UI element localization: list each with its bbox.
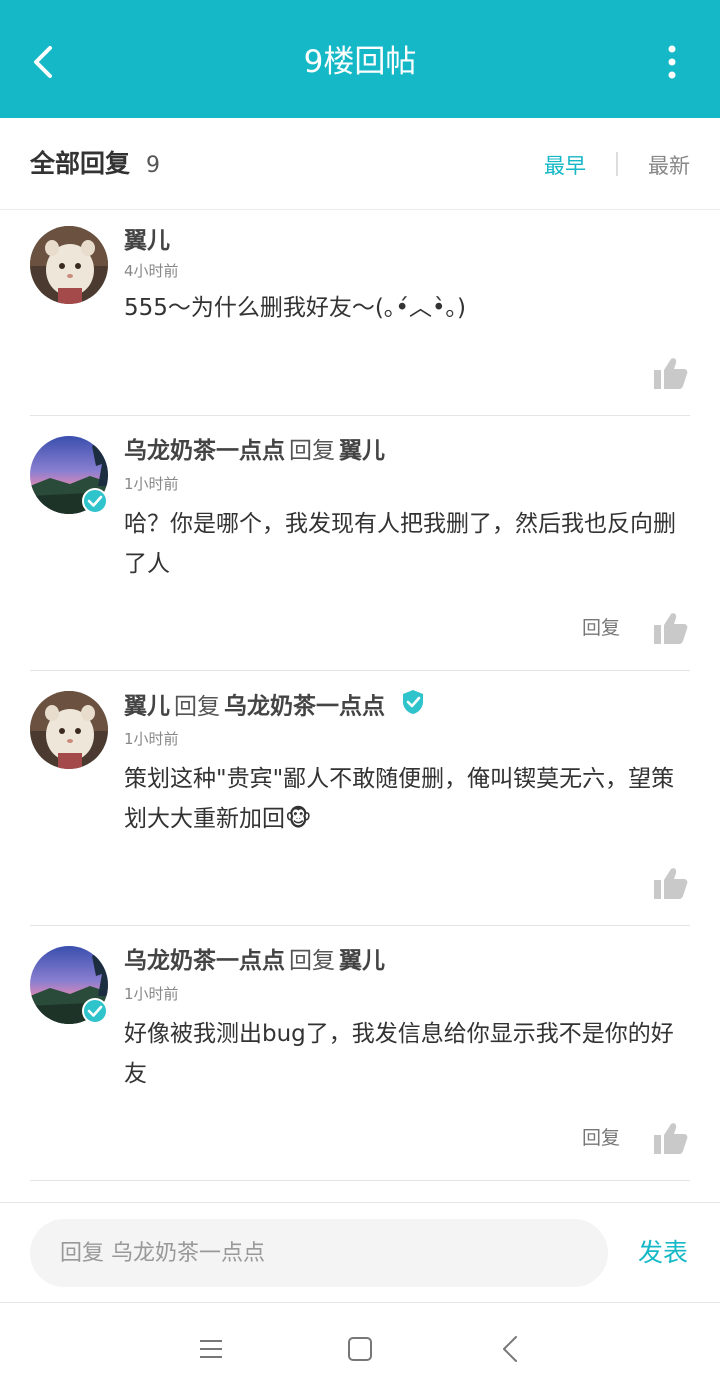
reply-time: 1小时前 bbox=[124, 730, 179, 748]
thumbs-up-icon[interactable] bbox=[654, 1122, 688, 1154]
nav-back-icon[interactable] bbox=[496, 1334, 526, 1364]
reply-word: 回复 bbox=[289, 948, 335, 974]
reply-target[interactable]: 翼儿 bbox=[339, 948, 385, 974]
verified-badge-icon bbox=[82, 998, 108, 1024]
reply-composer: 发表 bbox=[0, 1202, 720, 1303]
sort-divider bbox=[616, 152, 618, 176]
reply-word: 回复 bbox=[174, 693, 220, 720]
reply-author[interactable]: 乌龙奶茶一点点 bbox=[124, 438, 285, 464]
reply-item: 乌龙奶茶一点点 回复 翼儿 1小时前 哈？你是哪个，我发现有人把我删了，然后我也反向… bbox=[0, 416, 720, 671]
reply-content: 好像被我测出bug了，我发信息给你显示我不是你的好友 bbox=[124, 1021, 674, 1087]
system-nav-bar bbox=[0, 1304, 720, 1398]
reply-author[interactable]: 翼儿 bbox=[124, 228, 170, 254]
reply-word: 回复 bbox=[289, 438, 335, 464]
reply-author[interactable]: 乌龙奶茶一点点 bbox=[124, 948, 285, 974]
thumbs-up-icon[interactable] bbox=[654, 357, 688, 389]
more-vertical-icon[interactable] bbox=[664, 42, 680, 82]
replies-subheader: 全部回复 9 最早 最新 bbox=[0, 118, 720, 210]
reply-author-line: 乌龙奶茶一点点 回复 翼儿 bbox=[124, 944, 385, 978]
reply-author-line: 翼儿 bbox=[124, 224, 170, 258]
reply-button[interactable]: 回复 bbox=[582, 613, 620, 643]
reply-divider bbox=[30, 1180, 690, 1181]
avatar[interactable] bbox=[30, 946, 108, 1024]
avatar[interactable] bbox=[30, 226, 108, 304]
reply-author-line: 翼儿 回复 乌龙奶茶一点点 bbox=[124, 689, 426, 725]
verified-badge-icon bbox=[82, 488, 108, 514]
reply-input[interactable] bbox=[30, 1219, 608, 1287]
reply-button[interactable]: 回复 bbox=[582, 1123, 620, 1153]
avatar[interactable] bbox=[30, 691, 108, 769]
reply-time: 4小时前 bbox=[124, 262, 179, 280]
reply-time: 1小时前 bbox=[124, 985, 179, 1003]
reply-item: 乌龙奶茶一点点 回复 翼儿 1小时前 好像被我测出bug了，我发信息给你显示我不是你… bbox=[0, 926, 720, 1181]
sort-latest-tab[interactable]: 最新 bbox=[648, 148, 690, 184]
thumbs-up-icon[interactable] bbox=[654, 867, 688, 899]
menu-icon[interactable] bbox=[196, 1334, 226, 1364]
app-header: 9楼回帖 bbox=[0, 0, 720, 118]
reply-author[interactable]: 翼儿 bbox=[124, 694, 170, 720]
avatar[interactable] bbox=[30, 436, 108, 514]
reply-content: 策划这种"贵宾"鄙人不敢随便删，俺叫锲莫无六，望策划大大重新加回🐵 bbox=[124, 766, 675, 832]
all-replies-label: 全部回复 bbox=[30, 149, 131, 178]
sort-earliest-tab[interactable]: 最早 bbox=[544, 148, 586, 184]
reply-time: 1小时前 bbox=[124, 475, 179, 493]
reply-item: 翼儿 4小时前 555～为什么删我好友～(｡•́︿•̀｡) bbox=[0, 210, 720, 416]
verified-badge-icon bbox=[400, 689, 426, 725]
reply-item: 翼儿 回复 乌龙奶茶一点点 1小时前 策划这种"贵宾"鄙人不敢随便删，俺叫锲莫无六，… bbox=[0, 671, 720, 926]
home-square-icon[interactable] bbox=[345, 1334, 375, 1364]
reply-content: 555～为什么删我好友～(｡•́︿•̀｡) bbox=[124, 295, 466, 321]
page-title: 9楼回帖 bbox=[303, 44, 417, 80]
reply-target[interactable]: 乌龙奶茶一点点 bbox=[224, 694, 385, 720]
reply-author-line: 乌龙奶茶一点点 回复 翼儿 bbox=[124, 434, 385, 468]
reply-target[interactable]: 翼儿 bbox=[339, 438, 385, 464]
replies-count: 9 bbox=[146, 153, 160, 178]
thumbs-up-icon[interactable] bbox=[654, 612, 688, 644]
reply-content: 哈？你是哪个，我发现有人把我删了，然后我也反向删了人 bbox=[124, 511, 676, 577]
send-button[interactable]: 发表 bbox=[638, 1235, 688, 1271]
